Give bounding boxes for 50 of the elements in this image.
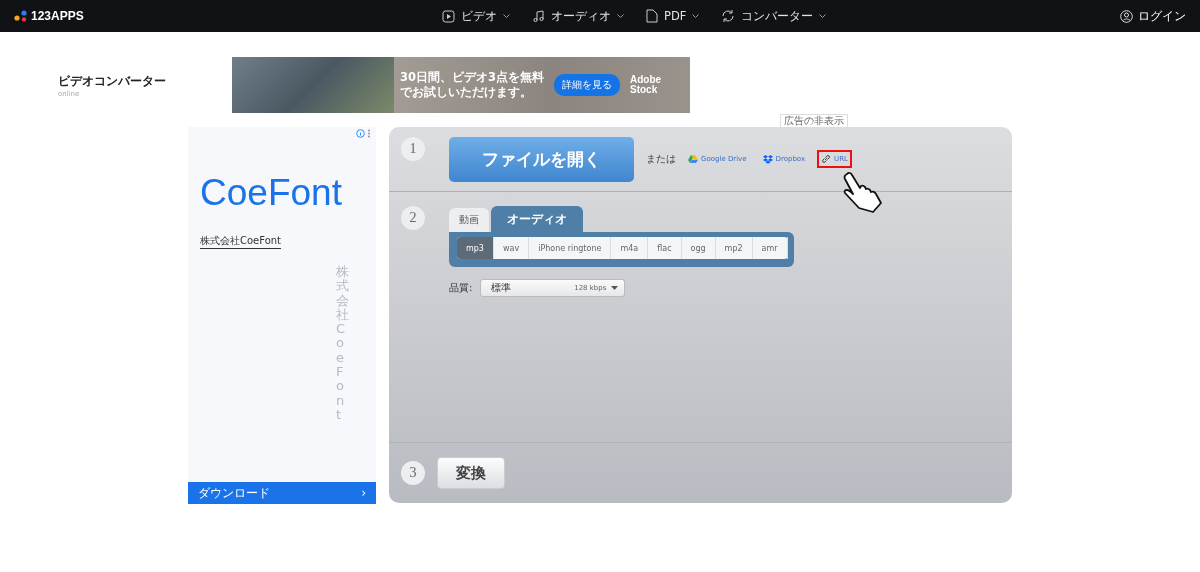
- login-link[interactable]: ログイン: [1120, 8, 1186, 24]
- chevron-down-icon: [692, 13, 700, 19]
- logo-text: 123APPS: [31, 9, 84, 23]
- convert-button[interactable]: 変換: [437, 457, 505, 489]
- pointing-hand-icon: [841, 171, 885, 213]
- ad-text: 30日間、ビデオ3点を無料でお試しいただけます。: [400, 70, 545, 100]
- open-file-button[interactable]: ファイルを開く: [449, 136, 634, 182]
- chevron-down-icon: [617, 13, 624, 19]
- download-button[interactable]: ダウンロード ›: [188, 482, 376, 504]
- nav-menu-item[interactable]: ビデオ: [442, 8, 510, 24]
- caret-icon: [611, 286, 619, 290]
- ad-brand-line: Adobe: [630, 74, 662, 85]
- format-option[interactable]: m4a: [611, 237, 649, 259]
- format-option[interactable]: mp2: [715, 237, 753, 259]
- step-number: 2: [401, 206, 425, 230]
- format-option[interactable]: amr: [752, 237, 788, 259]
- chevron-down-icon: [819, 13, 827, 19]
- format-option[interactable]: ogg: [681, 237, 716, 259]
- page-title: ビデオコンバーター: [58, 73, 167, 90]
- step-number: 1: [401, 137, 425, 161]
- format-option[interactable]: mp3: [457, 237, 494, 259]
- refresh-icon: [721, 9, 736, 23]
- play-icon: [442, 9, 455, 23]
- banner-ad[interactable]: 30日間、ビデオ3点を無料でお試しいただけます。 詳細を見る Adobe Stock: [232, 57, 690, 113]
- chevron-down-icon: [503, 13, 510, 19]
- logo-dots-icon: [14, 10, 28, 22]
- user-icon: [1120, 9, 1133, 23]
- or-label: または: [646, 152, 676, 166]
- link-icon: [821, 154, 832, 164]
- nav-menu-item[interactable]: コンバーター: [721, 8, 827, 24]
- logo[interactable]: 123APPS: [14, 9, 84, 23]
- drive-icon: [688, 154, 698, 164]
- document-icon: [646, 9, 658, 23]
- nav-menu-item[interactable]: オーディオ: [532, 8, 624, 24]
- ad-details-button[interactable]: 詳細を見る: [554, 74, 620, 96]
- ad-brand: CoeFont: [200, 173, 342, 214]
- format-option[interactable]: flac: [648, 237, 682, 259]
- category-tab[interactable]: 動画: [449, 208, 489, 232]
- company-link[interactable]: 株式会社CoeFont: [200, 233, 282, 249]
- format-option[interactable]: wav: [493, 237, 530, 259]
- watermark-text: 株式会社CoeFont: [336, 265, 349, 423]
- music-note-icon: [532, 9, 545, 23]
- step-number: 3: [401, 461, 425, 485]
- ad-brand-line: Stock: [630, 85, 659, 96]
- format-option[interactable]: iPhone ringtone: [529, 237, 612, 259]
- category-tab[interactable]: オーディオ: [491, 206, 583, 232]
- nav-menu-item[interactable]: PDF: [646, 9, 700, 23]
- dropbox-icon: [762, 154, 773, 164]
- quality-label: 品質:: [449, 281, 473, 295]
- info-icon[interactable]: [356, 129, 372, 138]
